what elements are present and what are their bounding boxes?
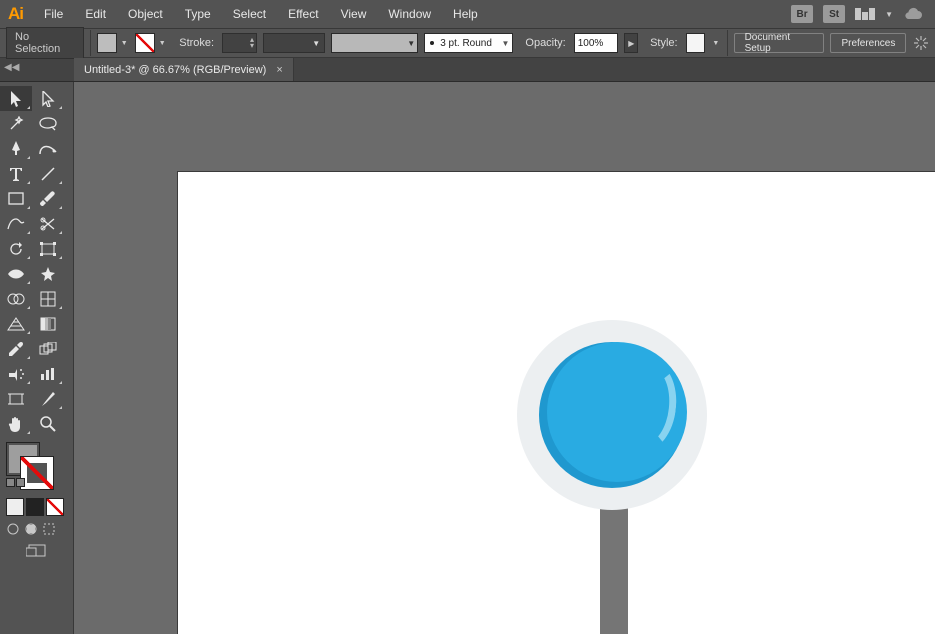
menu-effect[interactable]: Effect (277, 2, 329, 26)
shaper-tool[interactable] (0, 211, 32, 236)
perspective-grid-tool[interactable] (0, 311, 32, 336)
hand-tool[interactable] (0, 411, 32, 436)
magic-wand-tool[interactable] (0, 111, 32, 136)
menu-file[interactable]: File (33, 2, 74, 26)
pen-tool[interactable] (0, 136, 32, 161)
align-to-icon[interactable] (912, 34, 929, 52)
chevron-down-icon[interactable]: ▼ (885, 10, 893, 19)
fill-swatch[interactable] (97, 33, 117, 53)
draw-inside-icon[interactable] (42, 522, 56, 536)
draw-normal-icon[interactable] (6, 522, 20, 536)
document-tab-strip: Untitled-3* @ 66.67% (RGB/Preview) × (0, 58, 935, 82)
menu-bar: Ai File Edit Object Type Select Effect V… (0, 0, 935, 28)
stroke-swatch[interactable] (135, 33, 155, 53)
menu-edit[interactable]: Edit (74, 2, 117, 26)
screen-mode-icon[interactable] (26, 544, 48, 560)
fill-dropdown[interactable]: ▼ (119, 33, 129, 53)
opacity-field[interactable]: 100% (574, 33, 619, 53)
document-setup-button[interactable]: Document Setup (734, 33, 825, 53)
gradient-tool[interactable] (32, 311, 64, 336)
panel-collapse-handle[interactable]: ◀◀ (4, 62, 19, 73)
stock-icon[interactable]: St (823, 5, 845, 23)
live-paint-tool[interactable] (32, 286, 64, 311)
width-tool[interactable] (0, 261, 32, 286)
brush-profile-dropdown[interactable]: ▼ (331, 33, 418, 53)
canvas-area[interactable] (74, 82, 935, 634)
type-tool[interactable] (0, 161, 32, 186)
shape-builder-tool[interactable] (0, 286, 32, 311)
slice-tool[interactable] (32, 386, 64, 411)
color-mode-none[interactable] (46, 498, 64, 516)
draw-behind-icon[interactable] (24, 522, 38, 536)
tool-panel (0, 82, 74, 634)
free-transform-tool[interactable] (32, 236, 64, 261)
blend-tool[interactable] (32, 336, 64, 361)
stroke-swatch-group[interactable]: ▼ (135, 33, 167, 53)
paintbrush-tool[interactable] (32, 186, 64, 211)
curvature-tool[interactable] (32, 136, 64, 161)
column-graph-tool[interactable] (32, 361, 64, 386)
screen-mode-row[interactable] (0, 538, 73, 566)
color-mode-row (0, 494, 73, 520)
brush-definition-field[interactable]: 3 pt. Round ▼ (424, 33, 513, 53)
app-logo-icon: Ai (6, 4, 33, 24)
selection-tool[interactable] (0, 86, 32, 111)
document-tab-title: Untitled-3* @ 66.67% (RGB/Preview) (84, 64, 266, 76)
menu-type[interactable]: Type (174, 2, 222, 26)
fill-swatch-group[interactable]: ▼ (97, 33, 129, 53)
menu-window[interactable]: Window (377, 2, 442, 26)
rectangle-tool[interactable] (0, 186, 32, 211)
selection-indicator: No Selection (6, 27, 84, 59)
line-tool[interactable] (32, 161, 64, 186)
arrange-documents-icon[interactable] (855, 8, 875, 20)
direct-selection-tool[interactable] (32, 86, 64, 111)
artboard[interactable] (178, 172, 935, 634)
eyedropper-tool[interactable] (0, 336, 32, 361)
variable-width-profile-dropdown[interactable]: ▼ (263, 33, 325, 53)
opacity-label: Opacity: (519, 37, 567, 49)
color-mode-gradient[interactable] (26, 498, 44, 516)
scissors-tool[interactable] (32, 211, 64, 236)
stroke-weight-field[interactable]: ▴▾ (222, 33, 257, 53)
bridge-icon[interactable]: Br (791, 5, 813, 23)
draw-mode-row (0, 520, 73, 538)
control-bar: No Selection ▼ ▼ Stroke: ▴▾ ▼ ▼ 3 pt. Ro… (0, 28, 935, 58)
document-tab[interactable]: Untitled-3* @ 66.67% (RGB/Preview) × (74, 58, 294, 81)
brush-definition-label: 3 pt. Round (440, 38, 492, 49)
artwork-magnifying-glass[interactable] (517, 320, 707, 634)
style-label: Style: (644, 37, 680, 49)
menu-help[interactable]: Help (442, 2, 489, 26)
menu-view[interactable]: View (330, 2, 378, 26)
rotate-tool[interactable] (0, 236, 32, 261)
graphic-style-swatch[interactable] (686, 33, 705, 53)
fill-stroke-indicator[interactable] (6, 442, 54, 490)
symbol-sprayer-tool[interactable] (0, 361, 32, 386)
stroke-dropdown[interactable]: ▼ (157, 33, 167, 53)
puppet-warp-tool[interactable] (32, 261, 64, 286)
artboard-tool[interactable] (0, 386, 32, 411)
zoom-tool[interactable] (32, 411, 64, 436)
default-stroke-swatch[interactable] (20, 456, 54, 490)
gpu-preview-icon[interactable] (903, 7, 923, 21)
menu-object[interactable]: Object (117, 2, 174, 26)
graphic-style-dropdown[interactable]: ▼ (711, 33, 721, 53)
stroke-label: Stroke: (173, 37, 216, 49)
opacity-arrow[interactable]: ▶ (624, 33, 638, 53)
menu-select[interactable]: Select (222, 2, 277, 26)
color-mode-color[interactable] (6, 498, 24, 516)
close-tab-icon[interactable]: × (276, 64, 282, 76)
lasso-tool[interactable] (32, 111, 64, 136)
preferences-button[interactable]: Preferences (830, 33, 906, 53)
